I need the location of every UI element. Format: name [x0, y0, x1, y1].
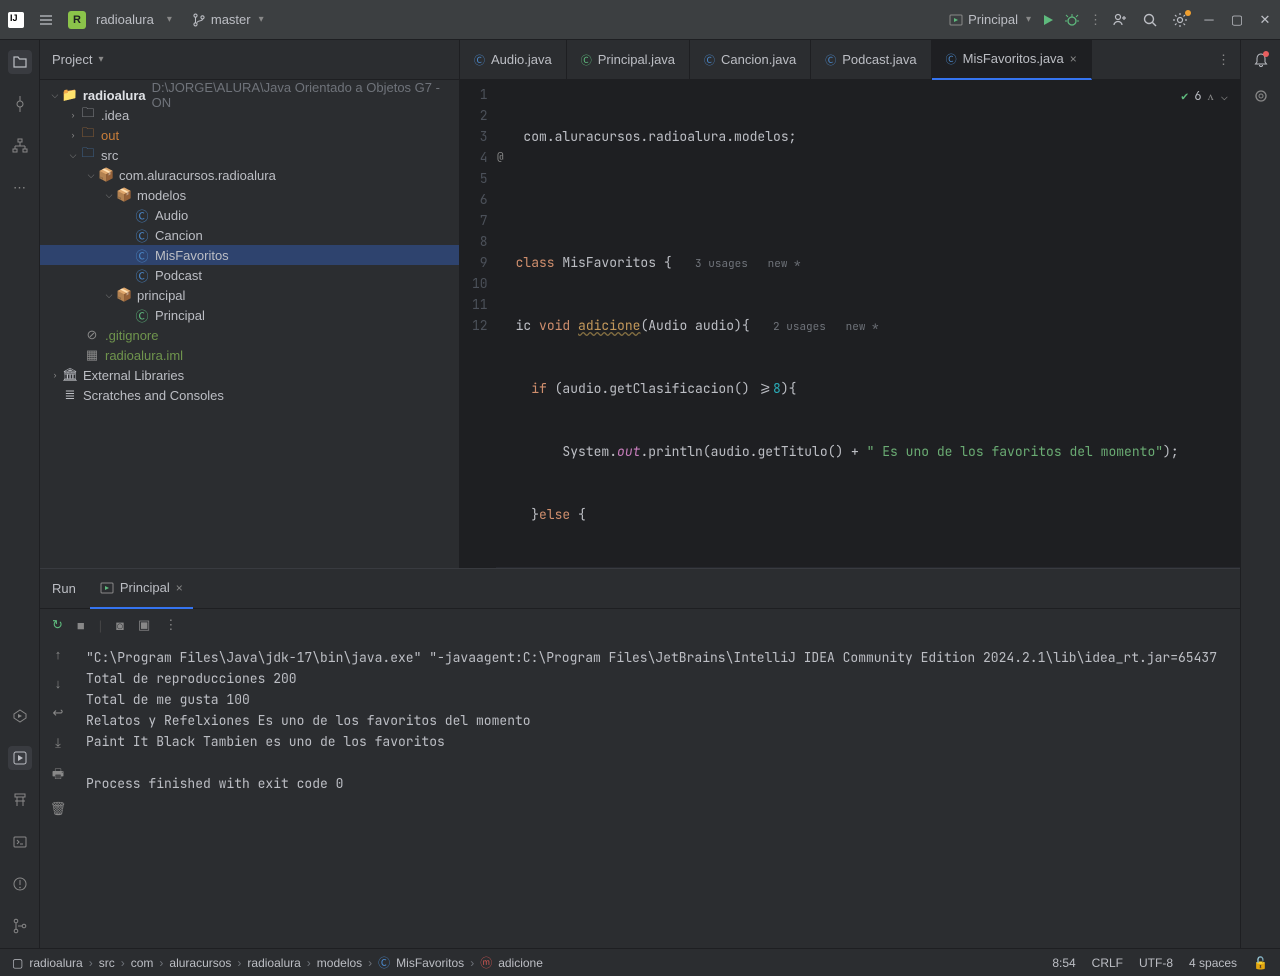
- caret-position[interactable]: 8:54: [1052, 956, 1075, 970]
- right-tool-strip: [1240, 40, 1280, 948]
- stop-button[interactable]: ■: [77, 618, 85, 633]
- maximize-button[interactable]: ▢: [1230, 12, 1244, 28]
- project-pane-header[interactable]: Project▾: [40, 40, 459, 80]
- run-toolwindow: Run Principal × ↻ ■ | ◙ ▣ ⋮ ↑ ↓ ↩: [40, 568, 1240, 948]
- line-separator[interactable]: CRLF: [1092, 956, 1123, 970]
- services-tool-icon[interactable]: [8, 704, 32, 728]
- layout-button[interactable]: ▣: [138, 617, 150, 633]
- debug-button[interactable]: [1065, 13, 1079, 27]
- tree-iml[interactable]: ▦radioalura.iml: [40, 345, 459, 365]
- vcs-branch-selector[interactable]: master▾: [192, 12, 264, 27]
- run-tool-icon[interactable]: [8, 746, 32, 770]
- breadcrumbs[interactable]: ▢ radioalura› src› com› aluracursos› rad…: [12, 954, 543, 971]
- editor-tabstrip: ⒸAudio.java ⒸPrincipal.java ⒸCancion.jav…: [460, 40, 1240, 80]
- main-menu-button[interactable]: [34, 8, 58, 32]
- project-tool-icon[interactable]: [8, 50, 32, 74]
- tab-misfavoritos[interactable]: ⒸMisFavoritos.java×: [932, 40, 1092, 80]
- rerun-button[interactable]: ↻: [52, 617, 63, 633]
- project-name[interactable]: radioalura: [96, 12, 154, 27]
- editor-gutter: 1 2 3 4@ 5 6 7 8 9 10 11 12: [460, 80, 496, 568]
- settings-icon[interactable]: [1172, 12, 1188, 28]
- terminal-tool-icon[interactable]: [8, 830, 32, 854]
- run-toolbar: ↻ ■ | ◙ ▣ ⋮: [40, 609, 1240, 641]
- search-everywhere-icon[interactable]: [1142, 12, 1158, 28]
- project-badge-icon: R: [68, 11, 86, 29]
- scroll-up-icon[interactable]: ↑: [55, 647, 62, 662]
- snapshot-button[interactable]: ◙: [116, 618, 124, 633]
- override-icon[interactable]: @: [497, 147, 504, 168]
- tree-file-audio[interactable]: ⒸAudio: [40, 205, 459, 225]
- indent-setting[interactable]: 4 spaces: [1189, 956, 1237, 970]
- tree-root[interactable]: ⌵📁radioaluraD:\JORGE\ALURA\Java Orientad…: [40, 85, 459, 105]
- run-label: Run: [52, 581, 76, 596]
- problems-tool-icon[interactable]: [8, 872, 32, 896]
- build-tool-icon[interactable]: [8, 788, 32, 812]
- scroll-end-icon[interactable]: ⤓: [55, 735, 61, 751]
- tree-file-cancion[interactable]: ⒸCancion: [40, 225, 459, 245]
- clear-icon[interactable]: 🗑: [50, 801, 67, 817]
- tree-gitignore[interactable]: ⊘.gitignore: [40, 325, 459, 345]
- commit-tool-icon[interactable]: [8, 92, 32, 116]
- ai-assistant-icon[interactable]: [1253, 88, 1269, 104]
- tree-file-podcast[interactable]: ⒸPodcast: [40, 265, 459, 285]
- code-editor[interactable]: ✔6ᴧ ⌵ 1 2 3 4@ 5 6 7 8 9 10 11 12: [460, 80, 1240, 568]
- scroll-down-icon[interactable]: ↓: [55, 676, 62, 691]
- tree-out[interactable]: ›🗀out: [40, 125, 459, 145]
- structure-tool-icon[interactable]: [8, 134, 32, 158]
- run-tab-principal[interactable]: Principal ×: [90, 569, 193, 609]
- run-config-icon: [949, 13, 963, 27]
- project-pane: Project▾ ⌵📁radioaluraD:\JORGE\ALURA\Java…: [40, 40, 460, 568]
- inspection-widget[interactable]: ✔6ᴧ ⌵: [1181, 86, 1228, 107]
- console-output[interactable]: "C:\Program Files\Java\jdk-17\bin\java.e…: [76, 641, 1240, 948]
- code-with-me-icon[interactable]: [1112, 12, 1128, 28]
- project-tree[interactable]: ⌵📁radioaluraD:\JORGE\ALURA\Java Orientad…: [40, 80, 459, 410]
- tabs-more-icon[interactable]: ⋮: [1207, 52, 1240, 68]
- branch-icon: [192, 13, 206, 27]
- left-tool-strip: ⋯: [0, 40, 40, 948]
- tree-modelos[interactable]: ⌵📦modelos: [40, 185, 459, 205]
- tab-principal[interactable]: ⒸPrincipal.java: [567, 40, 690, 80]
- tree-src[interactable]: ⌵🗀src: [40, 145, 459, 165]
- tab-cancion[interactable]: ⒸCancion.java: [690, 40, 811, 80]
- tree-file-misfavoritos[interactable]: ⒸMisFavoritos: [40, 245, 459, 265]
- run-button[interactable]: [1041, 13, 1055, 27]
- more-tools-icon[interactable]: ⋯: [8, 176, 32, 200]
- ide-logo-icon: [8, 12, 24, 28]
- tree-scratches[interactable]: ≣Scratches and Consoles: [40, 385, 459, 405]
- more-run-icon[interactable]: ⋮: [164, 617, 177, 633]
- minimize-button[interactable]: ─: [1202, 12, 1216, 27]
- chevron-down-icon: ▾: [167, 14, 172, 25]
- more-actions-button[interactable]: ⋮: [1089, 12, 1102, 28]
- vcs-tool-icon[interactable]: [8, 914, 32, 938]
- tree-principal-pkg[interactable]: ⌵📦principal: [40, 285, 459, 305]
- tree-pkg[interactable]: ⌵📦com.aluracursos.radioalura: [40, 165, 459, 185]
- print-icon[interactable]: 🖶: [52, 765, 64, 787]
- console-toolbar: ↑ ↓ ↩ ⤓ 🖶 🗑: [40, 641, 76, 948]
- file-encoding[interactable]: UTF-8: [1139, 956, 1173, 970]
- readonly-lock-icon[interactable]: 🔓: [1253, 956, 1268, 970]
- statusbar: ▢ radioalura› src› com› aluracursos› rad…: [0, 948, 1280, 976]
- soft-wrap-icon[interactable]: ↩: [53, 705, 64, 721]
- run-config-selector[interactable]: Principal▾: [949, 12, 1031, 27]
- tree-file-principal[interactable]: ⒸPrincipal: [40, 305, 459, 325]
- tab-audio[interactable]: ⒸAudio.java: [460, 40, 567, 80]
- run-config-icon: [100, 581, 114, 595]
- close-button[interactable]: ✕: [1258, 12, 1272, 28]
- editor-pane: ⒸAudio.java ⒸPrincipal.java ⒸCancion.jav…: [460, 40, 1240, 568]
- notifications-icon[interactable]: [1253, 52, 1269, 68]
- tab-podcast[interactable]: ⒸPodcast.java: [811, 40, 931, 80]
- tree-ext-libs[interactable]: ›🏛External Libraries: [40, 365, 459, 385]
- close-tab-icon[interactable]: ×: [1070, 52, 1077, 66]
- titlebar: R radioalura ▾ master▾ Principal▾ ⋮ ─ ▢: [0, 0, 1280, 40]
- close-run-tab-icon[interactable]: ×: [176, 581, 183, 595]
